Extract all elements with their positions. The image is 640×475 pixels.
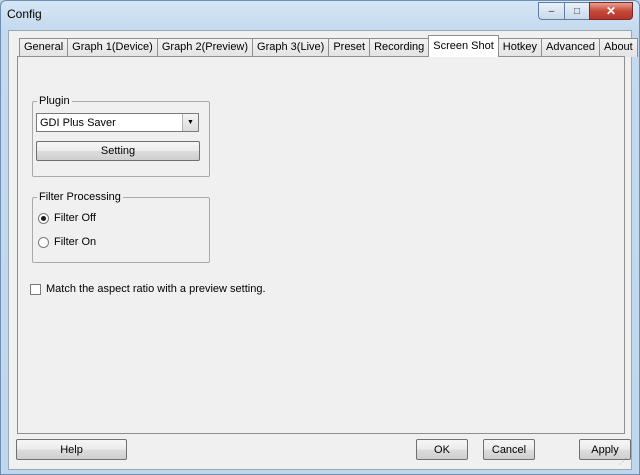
tab-strip: General Graph 1(Device) Graph 2(Preview)… (19, 35, 638, 57)
filter-on-radio[interactable] (38, 236, 49, 248)
filter-off-radio[interactable] (38, 212, 49, 224)
maximize-button[interactable]: □ (564, 2, 589, 20)
resize-grip-icon[interactable]: ⋰ (619, 457, 629, 467)
close-button[interactable]: ✕ (589, 2, 633, 20)
cancel-button[interactable]: Cancel (483, 439, 535, 460)
tab-general[interactable]: General (19, 38, 69, 57)
plugin-legend: Plugin (39, 95, 70, 107)
chevron-down-icon[interactable]: ▼ (182, 114, 198, 131)
plugin-group: Plugin (32, 95, 210, 177)
dialog-client-area: General Graph 1(Device) Graph 2(Preview)… (8, 30, 638, 470)
filter-off-label: Filter Off (54, 212, 96, 224)
filter-on-option[interactable]: Filter On (38, 236, 96, 248)
maximize-icon: □ (573, 5, 581, 17)
filter-processing-legend: Filter Processing (39, 191, 121, 203)
minimize-button[interactable]: – (538, 2, 564, 20)
tab-graph-3-live[interactable]: Graph 3(Live) (252, 38, 330, 57)
tab-preset[interactable]: Preset (328, 38, 371, 57)
aspect-ratio-option[interactable]: Match the aspect ratio with a preview se… (30, 283, 266, 295)
tab-recording[interactable]: Recording (369, 38, 430, 57)
config-window: Config – □ ✕ General Graph 1(Device) Gra… (0, 0, 640, 475)
plugin-select-value: GDI Plus Saver (40, 116, 116, 129)
setting-button[interactable]: Setting (36, 141, 200, 161)
caption-buttons: – □ ✕ (538, 2, 633, 20)
tab-graph-2-preview[interactable]: Graph 2(Preview) (156, 38, 254, 57)
ok-button[interactable]: OK (416, 439, 468, 460)
aspect-ratio-label: Match the aspect ratio with a preview se… (46, 283, 266, 295)
tab-screen-shot[interactable]: Screen Shot (428, 35, 499, 57)
filter-off-option[interactable]: Filter Off (38, 212, 96, 224)
minimize-icon: – (548, 5, 555, 17)
tab-graph-1-device[interactable]: Graph 1(Device) (67, 38, 158, 57)
radio-selected-dot (41, 215, 46, 221)
tab-advanced[interactable]: Advanced (541, 38, 600, 57)
tab-about[interactable]: About (598, 38, 638, 57)
plugin-select[interactable]: GDI Plus Saver ▼ (36, 113, 199, 132)
help-button[interactable]: Help (16, 439, 127, 460)
title-bar[interactable]: Config – □ ✕ (1, 1, 639, 27)
tab-hotkey[interactable]: Hotkey (497, 38, 543, 57)
screen-shot-panel: Plugin GDI Plus Saver ▼ Setting Filter P… (17, 56, 625, 434)
filter-processing-group: Filter Processing (32, 191, 210, 263)
aspect-ratio-checkbox[interactable] (30, 283, 41, 295)
close-icon: ✕ (605, 4, 617, 18)
window-title: Config (7, 7, 42, 21)
filter-on-label: Filter On (54, 236, 97, 248)
